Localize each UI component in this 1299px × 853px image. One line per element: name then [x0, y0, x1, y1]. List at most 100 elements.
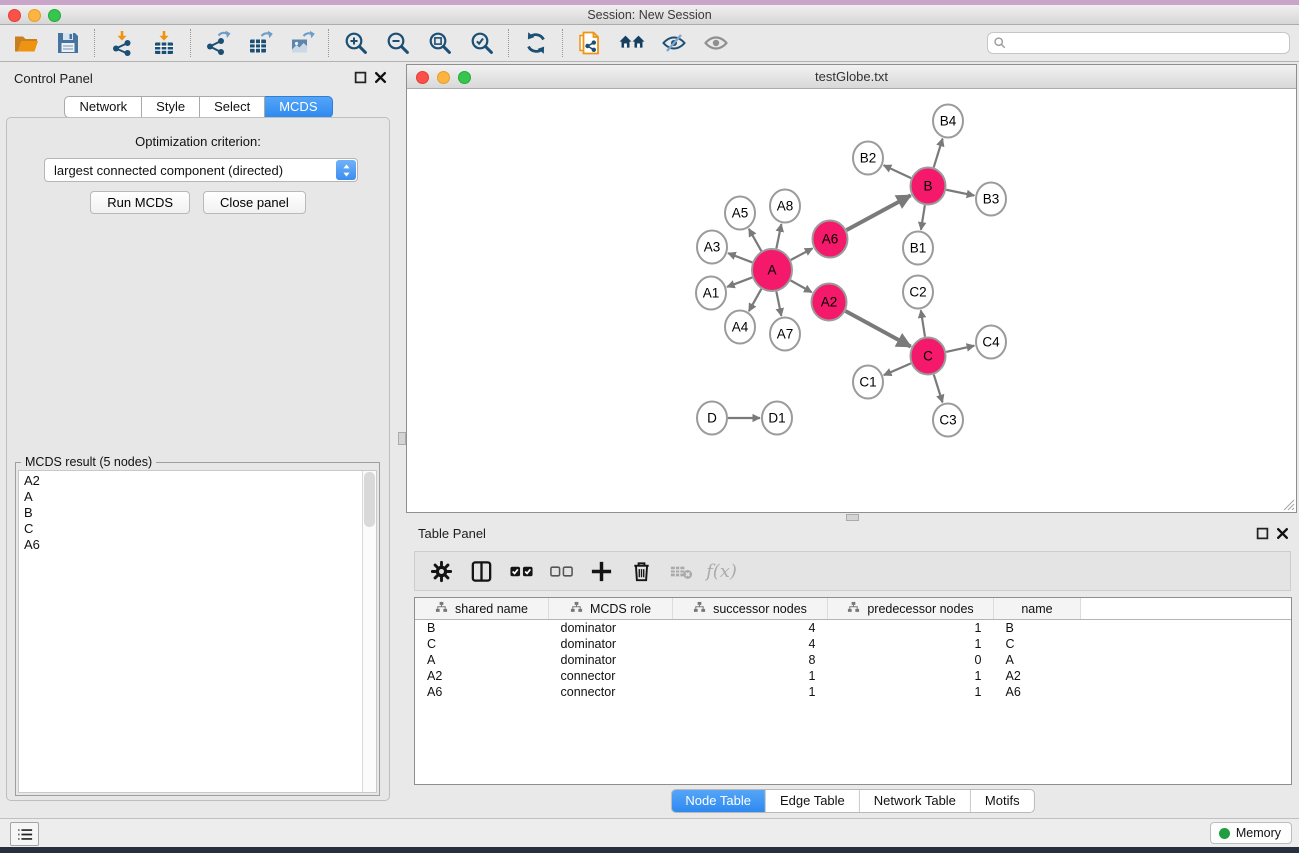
graph-edge-A-A2[interactable]	[791, 280, 812, 292]
graph-node-C1[interactable]: C1	[853, 366, 883, 399]
criterion-dropdown[interactable]: largest connected component (directed)	[44, 158, 358, 182]
network-file-icon[interactable]	[576, 30, 603, 57]
vertical-split-divider[interactable]	[397, 62, 406, 818]
resize-grip-icon[interactable]	[1282, 498, 1295, 511]
close-panel-button[interactable]: Close panel	[203, 191, 306, 214]
tab-style[interactable]: Style	[142, 96, 200, 118]
horizontal-split-divider[interactable]	[406, 513, 1299, 521]
search-input[interactable]	[1007, 34, 1289, 52]
graph-node-C3[interactable]: C3	[933, 404, 963, 437]
result-scrollbar[interactable]	[362, 471, 376, 792]
graph-node-C4[interactable]: C4	[976, 326, 1006, 359]
graph-edge-A-A4[interactable]	[749, 289, 761, 311]
table-row[interactable]: A2connector11A2	[415, 668, 1291, 684]
open-session-icon[interactable]	[12, 30, 39, 57]
graph-node-A4[interactable]: A4	[725, 311, 755, 344]
result-scrollbar-thumb[interactable]	[364, 472, 375, 527]
table-cell[interactable]: 1	[673, 684, 828, 700]
table-cell[interactable]: B	[415, 620, 549, 637]
tab-node-table[interactable]: Node Table	[671, 790, 765, 812]
hide-panels-icon[interactable]	[660, 30, 687, 57]
table-cell[interactable]: C	[994, 636, 1081, 652]
float-panel-icon[interactable]	[354, 71, 367, 84]
add-row-icon[interactable]	[588, 558, 615, 585]
graph-node-B4[interactable]: B4	[933, 105, 963, 138]
table-cell[interactable]: dominator	[549, 652, 673, 668]
table-cell[interactable]: dominator	[549, 620, 673, 637]
graph-edge-C-C2[interactable]	[921, 310, 925, 337]
close-panel-icon[interactable]	[374, 71, 387, 84]
zoom-out-icon[interactable]	[384, 30, 411, 57]
graph-node-A7[interactable]: A7	[770, 318, 800, 351]
graph-edge-B-B4[interactable]	[934, 139, 943, 168]
run-mcds-button[interactable]: Run MCDS	[90, 191, 190, 214]
graph-edge-B-B3[interactable]	[946, 190, 974, 196]
table-cell[interactable]: A	[415, 652, 549, 668]
graph-edge-A6-B[interactable]	[846, 195, 910, 230]
graph-edge-A-A1[interactable]	[727, 277, 752, 286]
table-cell[interactable]: A2	[994, 668, 1081, 684]
graph-node-D1[interactable]: D1	[762, 402, 792, 435]
result-item[interactable]: A	[19, 489, 362, 505]
column-header-successor-nodes[interactable]: successor nodes	[673, 598, 828, 620]
network-window-titlebar[interactable]: testGlobe.txt	[407, 65, 1296, 89]
network-canvas[interactable]: AA6A2BCA5A8A3A1A4A7B2B4B3B1C2C4C1C3DD1	[407, 89, 1296, 512]
result-item[interactable]: C	[19, 521, 362, 537]
column-header-MCDS-role[interactable]: MCDS role	[549, 598, 673, 620]
import-network-icon[interactable]	[108, 30, 135, 57]
tab-edge-table[interactable]: Edge Table	[765, 790, 859, 812]
zoom-fit-icon[interactable]	[426, 30, 453, 57]
result-item[interactable]: A2	[19, 473, 362, 489]
graph-node-B3[interactable]: B3	[976, 183, 1006, 216]
memory-button[interactable]: Memory	[1210, 822, 1292, 844]
table-row[interactable]: Adominator80A	[415, 652, 1291, 668]
graph-node-A[interactable]: A	[752, 249, 792, 291]
graph-node-B1[interactable]: B1	[903, 232, 933, 265]
table-cell[interactable]: B	[994, 620, 1081, 637]
delete-table-icon[interactable]	[668, 558, 695, 585]
table-cell[interactable]: 1	[828, 668, 994, 684]
graph-node-C[interactable]: C	[911, 338, 946, 375]
graph-node-A8[interactable]: A8	[770, 190, 800, 223]
graph-node-A6[interactable]: A6	[813, 221, 848, 258]
graph-node-A5[interactable]: A5	[725, 197, 755, 230]
table-cell[interactable]: 0	[828, 652, 994, 668]
table-cell[interactable]: connector	[549, 668, 673, 684]
tab-select[interactable]: Select	[200, 96, 265, 118]
tab-network-table[interactable]: Network Table	[859, 790, 970, 812]
result-item[interactable]: A6	[19, 537, 362, 553]
zoom-selected-icon[interactable]	[468, 30, 495, 57]
graph-node-C2[interactable]: C2	[903, 276, 933, 309]
table-cell[interactable]: 1	[673, 668, 828, 684]
import-table-icon[interactable]	[150, 30, 177, 57]
graph-edge-B-B2[interactable]	[884, 165, 911, 178]
table-cell[interactable]: 1	[828, 636, 994, 652]
table-cell[interactable]: connector	[549, 684, 673, 700]
graph-edge-A-A8[interactable]	[776, 224, 781, 248]
table-row[interactable]: A6connector11A6	[415, 684, 1291, 700]
graph-node-A1[interactable]: A1	[696, 277, 726, 310]
graph-edge-A-A5[interactable]	[749, 229, 761, 251]
graph-node-B[interactable]: B	[911, 168, 946, 205]
table-cell[interactable]: A6	[994, 684, 1081, 700]
table-row[interactable]: Cdominator41C	[415, 636, 1291, 652]
show-panels-icon[interactable]	[702, 30, 729, 57]
graph-edge-A2-C[interactable]	[845, 311, 910, 347]
graph-edge-C-C4[interactable]	[946, 346, 974, 352]
settings-gear-icon[interactable]	[428, 558, 455, 585]
table-cell[interactable]: 8	[673, 652, 828, 668]
search-box[interactable]	[987, 32, 1290, 54]
graph-node-D[interactable]: D	[697, 402, 727, 435]
clear-selection-icon[interactable]	[548, 558, 575, 585]
tab-motifs[interactable]: Motifs	[970, 790, 1034, 812]
graph-edge-A-A3[interactable]	[728, 253, 752, 262]
graph-edge-B-B1[interactable]	[921, 205, 925, 230]
vertical-divider-grip[interactable]	[398, 432, 406, 445]
column-header-predecessor-nodes[interactable]: predecessor nodes	[828, 598, 994, 620]
table-cell[interactable]: C	[415, 636, 549, 652]
export-network-icon[interactable]	[204, 30, 231, 57]
task-history-button[interactable]	[10, 822, 39, 846]
graph-node-B2[interactable]: B2	[853, 142, 883, 175]
graph-edge-A-A7[interactable]	[776, 292, 781, 316]
result-item[interactable]: B	[19, 505, 362, 521]
